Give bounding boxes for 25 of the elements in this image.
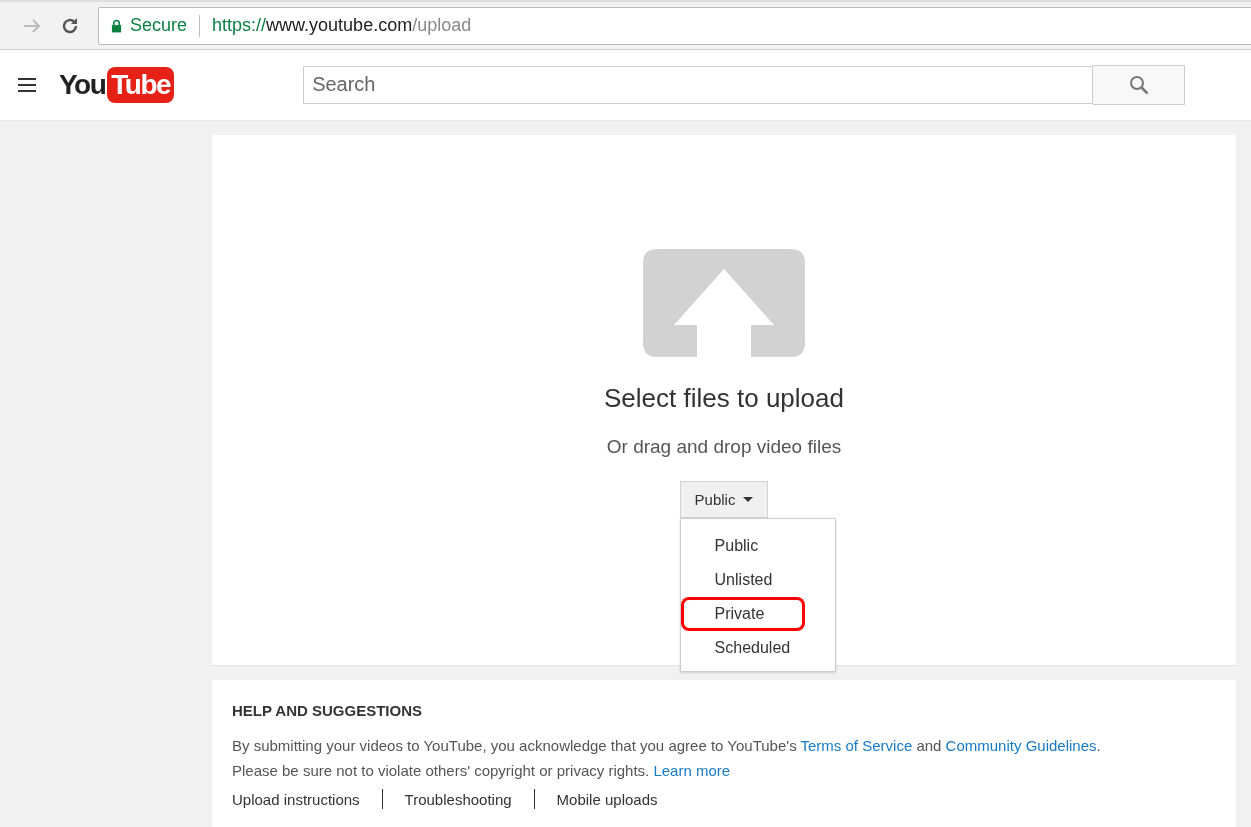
- dropdown-option[interactable]: Unlisted: [680, 563, 835, 597]
- privacy-dropdown[interactable]: Public: [679, 481, 769, 518]
- help-text: By submitting your videos to YouTube, you acknowledge that you agree to YouTube's Terms of Service and Community Guidelines. Please be sure not to violate others' copyright or privacy rights. Learn more: [232, 736, 1102, 781]
- search-icon: [1128, 74, 1149, 95]
- secure-label: Secure: [130, 15, 188, 36]
- upload-title: Select files to upload: [604, 383, 844, 414]
- dropdown-option[interactable]: Scheduled: [680, 631, 835, 665]
- url-text: https://www.youtube.com/upload: [212, 15, 472, 36]
- help-link[interactable]: Troubleshooting: [404, 790, 512, 808]
- search-button[interactable]: [1093, 64, 1186, 105]
- text-link[interactable]: Learn more: [653, 762, 731, 779]
- search-field[interactable]: Search: [303, 65, 1094, 104]
- help-link[interactable]: Mobile uploads: [556, 790, 658, 808]
- text-link[interactable]: Community Guidelines: [945, 737, 1097, 754]
- help-heading: HELP AND SUGGESTIONS: [232, 702, 424, 719]
- dropdown-option[interactable]: Private: [680, 597, 805, 631]
- dropdown-option[interactable]: Public: [680, 529, 835, 563]
- upload-icon[interactable]: [643, 249, 805, 357]
- upload-subtitle: Or drag and drop video files: [606, 436, 842, 458]
- caret-icon: [743, 497, 754, 502]
- text-link[interactable]: Terms of Service: [800, 737, 913, 754]
- address-bar[interactable]: Secure https://www.youtube.com/upload: [98, 6, 1251, 45]
- menu-icon[interactable]: [18, 78, 36, 92]
- lock-icon: [111, 18, 122, 33]
- help-link[interactable]: Upload instructions: [232, 790, 360, 808]
